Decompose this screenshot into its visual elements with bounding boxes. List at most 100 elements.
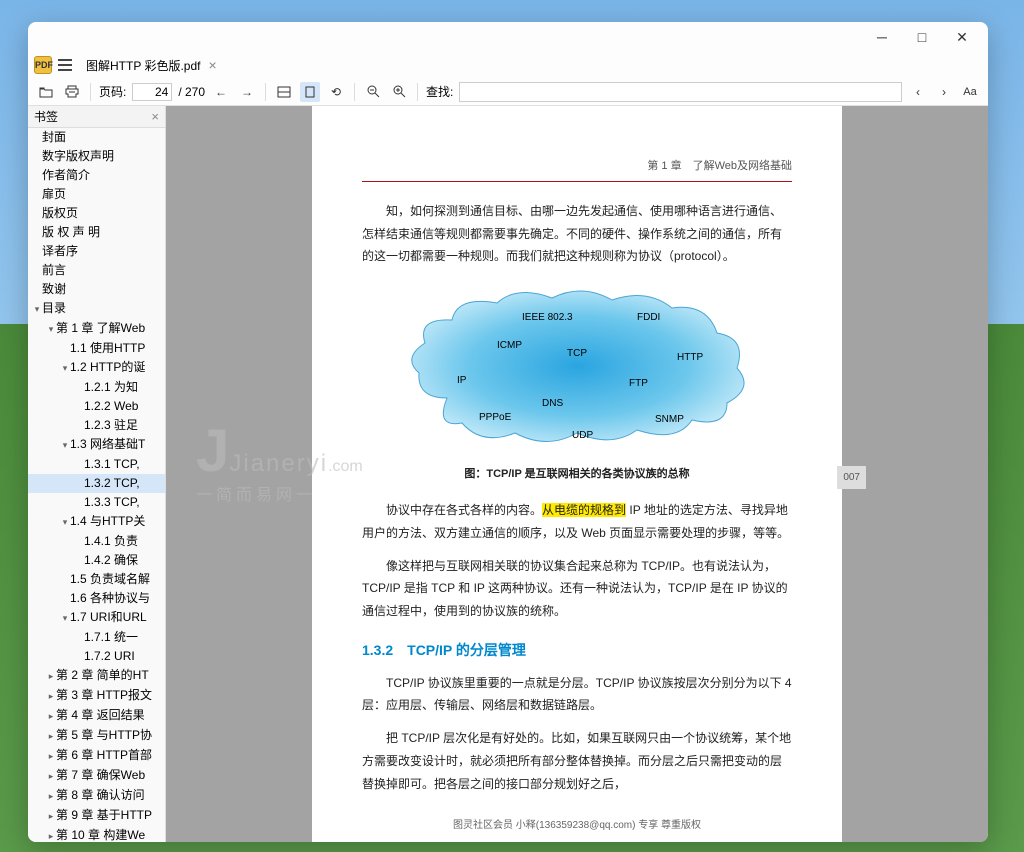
sidebar-title: 书签 (34, 108, 58, 125)
bookmark-label: 第 6 章 HTTP首部 (56, 748, 152, 762)
sidebar-close-icon[interactable]: × (151, 109, 159, 124)
search-prev-icon[interactable]: ‹ (908, 82, 928, 102)
bookmark-item[interactable]: 封面 (28, 128, 165, 147)
match-case-icon[interactable]: Aa (960, 82, 980, 102)
bookmark-label: 1.3 网络基础T (70, 437, 145, 451)
search-input[interactable] (459, 82, 902, 102)
titlebar: ─ □ ✕ (28, 22, 988, 52)
prev-page-icon[interactable]: ← (211, 82, 231, 102)
rotate-icon[interactable]: ⟲ (326, 82, 346, 102)
print-icon[interactable] (62, 82, 82, 102)
bookmark-item[interactable]: ▸第 8 章 确认访问 (28, 786, 165, 806)
bookmark-item[interactable]: 数字版权声明 (28, 147, 165, 166)
bookmark-item[interactable]: ▸第 5 章 与HTTP协 (28, 726, 165, 746)
app-window: ─ □ ✕ PDF 图解HTTP 彩色版.pdf × 页码: / 270 ← →… (28, 22, 988, 842)
bookmark-label: 封面 (42, 130, 66, 144)
bookmark-item[interactable]: 1.7.2 URI (28, 647, 165, 666)
maximize-button[interactable]: □ (902, 23, 942, 51)
bookmark-item[interactable]: ▾1.7 URI和URL (28, 608, 165, 628)
bookmark-item[interactable]: 1.3.1 TCP, (28, 455, 165, 474)
bookmark-tree: 封面数字版权声明作者简介扉页版权页版 权 声 明译者序前言致谢 ▾目录▾第 1 章… (28, 128, 165, 842)
tree-toggle-icon[interactable]: ▸ (46, 828, 56, 842)
page-viewer[interactable]: JJianeryi.com 一简而易网一 第 1 章 了解Web及网络基础 知，… (166, 106, 988, 842)
bookmark-item[interactable]: 1.4.1 负责 (28, 532, 165, 551)
pdf-page: 第 1 章 了解Web及网络基础 知，如何探测到通信目标、由哪一边先发起通信、使… (312, 106, 842, 842)
bookmark-item[interactable]: ▾第 1 章 了解Web (28, 319, 165, 339)
bookmark-item[interactable]: 扉页 (28, 185, 165, 204)
bookmark-label: 第 9 章 基于HTTP (56, 808, 152, 822)
minimize-button[interactable]: ─ (862, 23, 902, 51)
bookmark-item[interactable]: 1.4.2 确保 (28, 551, 165, 570)
tree-toggle-icon[interactable]: ▸ (46, 688, 56, 705)
page-number-input[interactable] (132, 83, 172, 101)
bookmark-label: 1.4 与HTTP关 (70, 514, 145, 528)
bookmark-label: 1.7.1 统一 (84, 630, 138, 644)
bookmark-item[interactable]: ▾1.4 与HTTP关 (28, 512, 165, 532)
search-next-icon[interactable]: › (934, 82, 954, 102)
tab-close-icon[interactable]: × (208, 57, 216, 73)
menu-button[interactable] (56, 56, 74, 74)
bookmark-item[interactable]: ▸第 9 章 基于HTTP (28, 806, 165, 826)
protocol-cloud-figure: IEEE 802.3 FDDI ICMP TCP HTTP IP DNS FTP… (362, 288, 792, 456)
bookmark-item[interactable]: ▸第 10 章 构建We (28, 826, 165, 842)
tree-toggle-icon[interactable]: ▸ (46, 668, 56, 685)
svg-text:FDDI: FDDI (637, 312, 660, 323)
bookmark-item[interactable]: 1.1 使用HTTP (28, 339, 165, 358)
bookmark-item[interactable]: 版 权 声 明 (28, 223, 165, 242)
bookmark-item[interactable]: 1.7.1 统一 (28, 628, 165, 647)
search-label: 查找: (426, 83, 453, 100)
tree-toggle-icon[interactable]: ▾ (60, 514, 70, 531)
separator (90, 83, 91, 101)
open-file-icon[interactable] (36, 82, 56, 102)
bookmark-item[interactable]: ▸第 7 章 确保Web (28, 766, 165, 786)
bookmark-item[interactable]: ▾1.2 HTTP的诞 (28, 358, 165, 378)
page-total: / 270 (178, 85, 205, 99)
close-button[interactable]: ✕ (942, 23, 982, 51)
zoom-out-icon[interactable] (363, 82, 383, 102)
bookmark-item[interactable]: ▸第 3 章 HTTP报文 (28, 686, 165, 706)
bookmark-item[interactable]: 1.6 各种协议与 (28, 589, 165, 608)
bookmark-item[interactable]: ▸第 6 章 HTTP首部 (28, 746, 165, 766)
tree-toggle-icon[interactable]: ▾ (60, 437, 70, 454)
tree-toggle-icon[interactable]: ▸ (46, 788, 56, 805)
bookmark-item[interactable]: 1.2.1 为知 (28, 378, 165, 397)
next-page-icon[interactable]: → (237, 82, 257, 102)
bookmark-item[interactable]: 作者简介 (28, 166, 165, 185)
svg-text:HTTP: HTTP (677, 352, 703, 363)
bookmark-item[interactable]: 1.2.2 Web (28, 397, 165, 416)
separator (354, 83, 355, 101)
tree-toggle-icon[interactable]: ▸ (46, 728, 56, 745)
bookmark-item[interactable]: 前言 (28, 261, 165, 280)
bookmark-label: 1.4.1 负责 (84, 534, 138, 548)
zoom-in-icon[interactable] (389, 82, 409, 102)
bookmark-item[interactable]: 版权页 (28, 204, 165, 223)
fit-width-icon[interactable] (274, 82, 294, 102)
tree-toggle-icon[interactable]: ▾ (32, 301, 42, 318)
bookmark-label: 致谢 (42, 282, 66, 296)
fit-page-icon[interactable] (300, 82, 320, 102)
tree-toggle-icon[interactable]: ▸ (46, 808, 56, 825)
bookmark-label: 第 4 章 返回结果 (56, 708, 145, 722)
bookmark-item[interactable]: 1.2.3 驻足 (28, 416, 165, 435)
bookmark-item[interactable]: ▸第 2 章 简单的HT (28, 666, 165, 686)
tree-toggle-icon[interactable]: ▾ (60, 360, 70, 377)
svg-text:SNMP: SNMP (655, 414, 684, 425)
bookmark-item[interactable]: 译者序 (28, 242, 165, 261)
bookmark-item[interactable]: ▾目录 (28, 299, 165, 319)
bookmark-item[interactable]: 致谢 (28, 280, 165, 299)
tree-toggle-icon[interactable]: ▸ (46, 768, 56, 785)
bookmark-item[interactable]: ▾1.3 网络基础T (28, 435, 165, 455)
svg-text:DNS: DNS (542, 398, 563, 409)
tree-toggle-icon[interactable]: ▸ (46, 708, 56, 725)
bookmark-item[interactable]: 1.3.3 TCP, (28, 493, 165, 512)
document-tab[interactable]: 图解HTTP 彩色版.pdf × (78, 55, 225, 76)
tree-toggle-icon[interactable]: ▾ (60, 610, 70, 627)
bookmark-item[interactable]: ▸第 4 章 返回结果 (28, 706, 165, 726)
tree-toggle-icon[interactable]: ▸ (46, 748, 56, 765)
bookmark-label: 第 5 章 与HTTP协 (56, 728, 152, 742)
bookmark-label: 第 10 章 构建We (56, 828, 145, 842)
tree-toggle-icon[interactable]: ▾ (46, 321, 56, 338)
bookmark-label: 第 7 章 确保Web (56, 768, 145, 782)
bookmark-item[interactable]: 1.3.2 TCP, (28, 474, 165, 493)
bookmark-item[interactable]: 1.5 负责域名解 (28, 570, 165, 589)
